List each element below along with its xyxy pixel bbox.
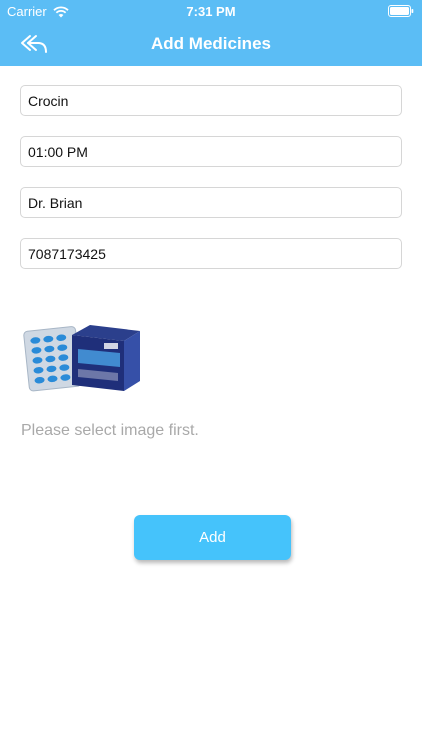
time-field[interactable] xyxy=(20,136,402,167)
page-title: Add Medicines xyxy=(151,34,271,53)
medicine-package-image[interactable] xyxy=(20,305,145,397)
navigation-bar: Add Medicines xyxy=(0,22,422,66)
app-header: Carrier 7:31 PM Add Medicines xyxy=(0,0,422,66)
doctor-name-field[interactable] xyxy=(20,187,402,218)
image-hint-text: Please select image first. xyxy=(21,422,199,439)
add-button[interactable]: Add xyxy=(134,515,291,560)
status-bar: Carrier 7:31 PM xyxy=(0,0,422,22)
status-time: 7:31 PM xyxy=(186,4,236,19)
phone-number-field[interactable] xyxy=(20,238,402,269)
battery-icon xyxy=(388,5,414,17)
medicine-name-field[interactable] xyxy=(20,85,402,116)
